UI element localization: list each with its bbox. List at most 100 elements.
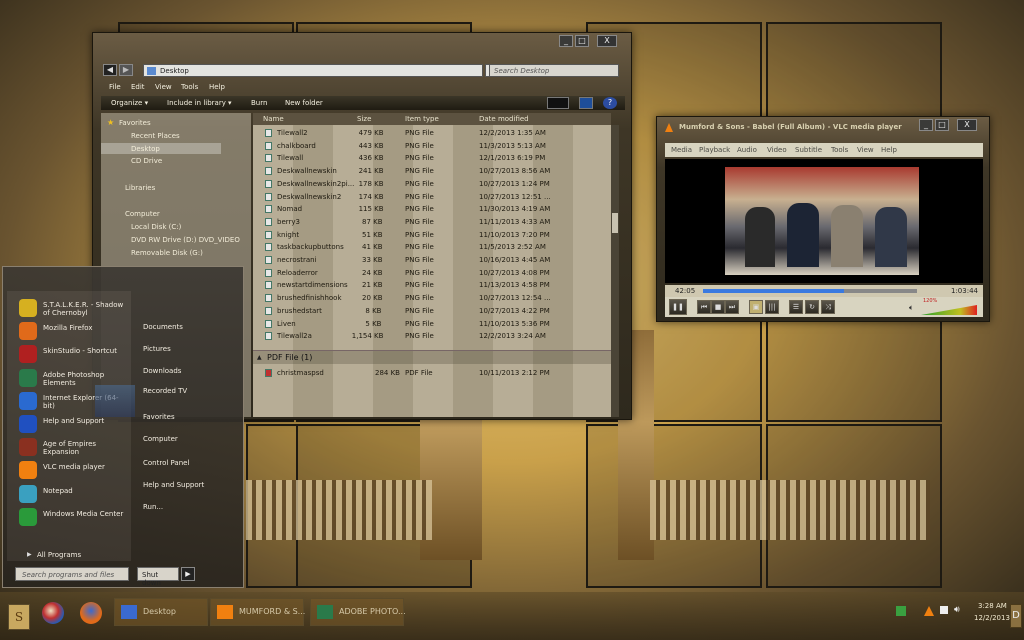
loop-button[interactable]: ↻ — [805, 300, 819, 314]
all-programs-button[interactable]: ▶ All Programs — [19, 551, 119, 561]
flag-icon[interactable] — [940, 606, 948, 614]
nav-dvd-drive[interactable]: DVD RW Drive (D:) DVD_VIDEO — [131, 236, 240, 244]
include-in-library-button[interactable]: Include in library ▾ — [161, 97, 238, 109]
stop-button[interactable]: ■ — [711, 300, 725, 314]
minimize-button[interactable]: _ — [559, 35, 573, 47]
start-pinned-item[interactable]: Mozilla Firefox — [19, 320, 125, 342]
organize-button[interactable]: Organize ▾ — [105, 97, 154, 109]
burn-button[interactable]: Burn — [245, 97, 273, 109]
volume-slider[interactable] — [921, 305, 977, 315]
taskbar-task[interactable]: Desktop — [114, 598, 208, 626]
playlist-button[interactable]: ☰ — [789, 300, 803, 314]
start-pinned-item[interactable]: Windows Media Center — [19, 506, 125, 528]
close-button[interactable]: X — [597, 35, 617, 47]
pinned-paint-icon[interactable] — [42, 602, 64, 624]
table-row[interactable]: Reloaderror 24 KB PNG File 10/27/2013 4:08 … — [253, 267, 611, 280]
shutdown-options-button[interactable]: ▶ — [181, 567, 195, 581]
scrollbar[interactable] — [611, 125, 619, 417]
view-options-icon[interactable] — [547, 97, 569, 109]
menu-tools[interactable]: Tools — [175, 81, 204, 93]
table-row[interactable]: brushedfinishhook 20 KB PNG File 10/27/2013… — [253, 292, 611, 305]
vlc-close-button[interactable]: X — [957, 119, 977, 131]
address-bar[interactable]: Desktop — [143, 64, 483, 77]
pinned-firefox-icon[interactable] — [80, 602, 102, 624]
table-row[interactable]: Liven 5 KB PNG File 11/10/2013 5:36 PM — [253, 318, 611, 331]
table-row[interactable]: taskbackupbuttons 41 KB PNG File 11/5/2013 … — [253, 241, 611, 254]
pause-button[interactable]: ❚❚ — [669, 299, 687, 315]
start-link[interactable]: Run... — [143, 503, 163, 511]
taskbar-task[interactable]: ADOBE PHOTO... — [310, 598, 406, 626]
vlc-menu-audio[interactable]: Audio — [737, 146, 757, 154]
column-name[interactable]: Name — [263, 115, 284, 123]
table-row[interactable]: Tilewall2a 1,154 KB PNG File 12/2/2013 3:24… — [253, 330, 611, 343]
start-pinned-item[interactable]: S.T.A.L.K.E.R. - Shadow of Chernobyl — [19, 297, 125, 319]
collapse-icon[interactable]: ▲ — [257, 354, 262, 361]
table-row[interactable]: newstartdimensions 21 KB PNG File 11/13/201… — [253, 279, 611, 292]
start-button[interactable]: S — [8, 604, 30, 630]
column-date[interactable]: Date modified — [479, 115, 529, 123]
nav-local-disk[interactable]: Local Disk (C:) — [131, 223, 181, 231]
nav-cd-drive[interactable]: CD Drive — [131, 157, 162, 165]
start-pinned-item[interactable]: VLC media player — [19, 459, 125, 481]
volume-tray-icon[interactable]: 🔊︎ — [954, 605, 960, 615]
start-link[interactable]: Downloads — [143, 367, 181, 375]
vlc-menu-playback[interactable]: Playback — [699, 146, 730, 154]
nav-favorites[interactable]: Favorites — [119, 119, 151, 127]
vlc-maximize-button[interactable]: □ — [935, 119, 949, 131]
back-button[interactable]: ◀ — [103, 64, 117, 76]
vlc-menu-media[interactable]: Media — [671, 146, 692, 154]
start-link[interactable]: Help and Support — [143, 481, 204, 489]
menu-file[interactable]: File — [103, 81, 127, 93]
table-row[interactable]: christmaspsd 284 KB PDF File 10/11/2013 … — [253, 367, 611, 380]
table-row[interactable]: Tilewall2 479 KB PNG File 12/2/2013 1:35 AM — [253, 127, 611, 140]
new-folder-button[interactable]: New folder — [279, 97, 329, 109]
maximize-button[interactable]: □ — [575, 35, 589, 47]
show-desktop-button[interactable]: D — [1010, 604, 1022, 628]
fullscreen-button[interactable]: ▣ — [749, 300, 763, 314]
table-row[interactable]: berry3 87 KB PNG File 11/11/2013 4:33 AM — [253, 216, 611, 229]
start-link[interactable]: Control Panel — [143, 459, 189, 467]
start-pinned-item[interactable]: Notepad — [19, 483, 125, 505]
table-row[interactable]: Deskwallnewskin2 174 KB PNG File 10/27/2013… — [253, 191, 611, 204]
nav-desktop[interactable] — [101, 143, 221, 154]
table-row[interactable]: brushedstart 8 KB PNG File 10/27/2013 4:22 … — [253, 305, 611, 318]
network-icon[interactable] — [896, 606, 906, 616]
start-link[interactable]: Favorites — [143, 413, 175, 421]
shuffle-button[interactable]: ⤨ — [821, 300, 835, 314]
scrollbar-thumb[interactable] — [612, 213, 618, 233]
column-type[interactable]: Item type — [405, 115, 439, 123]
preview-pane-icon[interactable] — [579, 97, 593, 109]
table-row[interactable]: knight 51 KB PNG File 11/10/2013 7:20 PM — [253, 229, 611, 242]
start-link[interactable]: Computer — [143, 435, 178, 443]
start-link[interactable]: Documents — [143, 323, 183, 331]
seek-track[interactable] — [703, 289, 917, 293]
table-row[interactable]: Deskwallnewskin2pi... 178 KB PNG File 10/27… — [253, 178, 611, 191]
menu-help[interactable]: Help — [203, 81, 231, 93]
start-search-input[interactable]: Search programs and files — [15, 567, 129, 581]
nav-removable-disk[interactable]: Removable Disk (G:) — [131, 249, 203, 257]
vlc-menu-view[interactable]: View — [857, 146, 874, 154]
vlc-tray-icon[interactable] — [924, 606, 934, 616]
video-area[interactable] — [665, 159, 983, 283]
taskbar-task[interactable]: MUMFORD & S... — [210, 598, 305, 626]
table-row[interactable]: chalkboard 443 KB PNG File 11/3/2013 5:13 A… — [253, 140, 611, 153]
table-row[interactable]: Nomad 115 KB PNG File 11/30/2013 4:19 AM — [253, 203, 611, 216]
help-icon[interactable]: ? — [603, 97, 617, 109]
start-link[interactable]: Pictures — [143, 345, 171, 353]
search-input[interactable]: Search Desktop — [489, 64, 619, 77]
vlc-minimize-button[interactable]: _ — [919, 119, 933, 131]
vlc-menu-video[interactable]: Video — [767, 146, 787, 154]
table-row[interactable]: Deskwallnewskin 241 KB PNG File 10/27/2013 … — [253, 165, 611, 178]
nav-recent-places[interactable]: Recent Places — [131, 132, 180, 140]
nav-computer[interactable]: Computer — [125, 210, 160, 218]
column-size[interactable]: Size — [357, 115, 371, 123]
clock-time[interactable]: 3:28 AM — [978, 602, 1007, 610]
shutdown-button[interactable]: Shut down — [137, 567, 179, 587]
menu-edit[interactable]: Edit — [125, 81, 151, 93]
pdf-group-header[interactable]: ▲ PDF File (1) — [253, 350, 611, 364]
start-pinned-item[interactable]: Age of Empires Expansion — [19, 436, 125, 458]
vlc-menu-help[interactable]: Help — [881, 146, 897, 154]
clock-date[interactable]: 12/2/2013 — [974, 614, 1010, 622]
menu-view[interactable]: View — [149, 81, 178, 93]
start-pinned-item[interactable]: SkinStudio - Shortcut — [19, 343, 125, 365]
